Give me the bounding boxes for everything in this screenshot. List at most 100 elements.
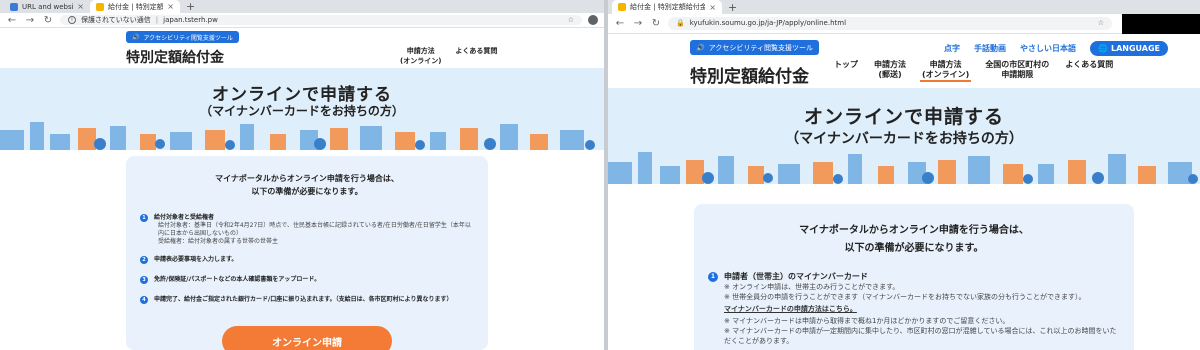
mynumber-card-apply-link[interactable]: マイナンバーカードの申請方法はこちら。 [724, 304, 1122, 314]
step-2: 2 申請表必要事項を入力します。 [140, 256, 474, 264]
step-heading: 申請者（世帯主）のマイナンバーカード [724, 272, 868, 281]
close-tab-icon[interactable]: × [77, 2, 84, 11]
requirements-card: マイナポータルからオンライン申請を行う場合は、 以下の準備が必要になります。 1… [694, 204, 1134, 350]
forward-icon[interactable]: → [632, 18, 644, 29]
site-brand[interactable]: 特別定額給付金 [690, 62, 809, 87]
step-heading: 申請表必要事項を入力します。 [154, 256, 238, 263]
forward-icon[interactable]: → [24, 15, 36, 26]
reload-icon[interactable]: ↻ [42, 15, 54, 26]
step-1: 1 申請者（世帯主）のマイナンバーカード ※ オンライン申請は、世帯主のみ行うこ… [708, 272, 1122, 346]
profile-icon[interactable] [588, 15, 598, 25]
browser-toolbar: ← → ↻ 🔒 kyufukin.soumu.go.jp/ja-JP/apply… [608, 14, 1200, 34]
card-intro: マイナポータルからオンライン申請を行う場合は、 以下の準備が必要になります。 [694, 222, 1134, 258]
new-tab-icon[interactable]: + [722, 1, 743, 14]
step-number: 3 [140, 276, 148, 284]
main-nav: 申請方法 (オンライン) よくある質問 [398, 46, 499, 66]
tab-kyufukin[interactable]: 給付金 | 特別定額給付金 × [90, 0, 180, 13]
hero-title: オンラインで申請する [803, 106, 1004, 128]
tab-title: URL and website scanner [22, 2, 74, 11]
url-text: japan.tsterh.pw [163, 15, 218, 24]
sub-nav: 点字 手話動画 やさしい日本語 🌐 LANGUAGE [944, 41, 1168, 56]
tab-strip: URL and website scanner × 給付金 | 特別定額給付金 … [0, 0, 604, 13]
hero-banner: オンラインで申請する （マイナンバーカードをお持ちの方） [608, 88, 1200, 184]
accessibility-label: アクセシビリティ閲覧支援ツール [708, 43, 813, 52]
address-bar[interactable]: 🔒 kyufukin.soumu.go.jp/ja-JP/apply/onlin… [668, 16, 1112, 31]
lock-icon: 🔒 [676, 19, 685, 28]
step-1: 1 給付対象者と受給権者 給付対象者：基準日（令和2年4月27日）時点で、住民基… [140, 214, 474, 246]
accessibility-label: アクセシビリティ閲覧支援ツール [143, 34, 233, 42]
tab-kyufukin-official[interactable]: 給付金 | 特別定額給付金 | オンライン × [612, 0, 722, 14]
step-number: 1 [708, 272, 718, 282]
step-number: 4 [140, 296, 148, 304]
subnav-sign-language[interactable]: 手話動画 [974, 43, 1006, 54]
subnav-braille[interactable]: 点字 [944, 43, 960, 54]
nav-top[interactable]: トップ [832, 60, 860, 82]
kyufukin-favicon-icon [96, 2, 104, 11]
accessibility-tool-button[interactable]: 🔊 アクセシビリティ閲覧支援ツール [690, 40, 819, 55]
close-tab-icon[interactable]: × [167, 2, 174, 11]
step-note: ※ マイナンバーカードは申請から取得まで概ね1か月ほどかかりますのでご留意くださ… [724, 317, 1010, 325]
tab-title: 給付金 | 特別定額給付金 [108, 2, 164, 11]
security-status: 保護されていない通信 [81, 16, 151, 24]
site-brand[interactable]: 特別定額給付金 [126, 47, 224, 67]
requirements-card: マイナポータルからオンライン申請を行う場合は、 以下の準備が必要になります。 1… [126, 156, 488, 350]
hero-subtitle: （マイナンバーカードをお持ちの方） [785, 131, 1023, 147]
scanner-favicon-icon [10, 2, 18, 11]
intro-line: マイナポータルからオンライン申請を行う場合は、 [799, 225, 1029, 236]
close-tab-icon[interactable]: × [709, 3, 716, 12]
step-note: ※ マイナンバーカードの申請が一定期間内に集中したり、市区町村の窓口が混雑してい… [724, 327, 1117, 345]
step-note: ※ オンライン申請は、世帯主のみ行うことができます。 [724, 283, 900, 291]
right-browser-window: 給付金 | 特別定額給付金 | オンライン × + ← → ↻ 🔒 kyufuk… [608, 0, 1200, 350]
nav-apply-online[interactable]: 申請方法 (オンライン) [920, 60, 972, 82]
bookmark-star-icon[interactable]: ☆ [1098, 19, 1104, 27]
step-heading: 免許/保険証/パスポートなどの本人確認書類をアップロード。 [154, 276, 321, 283]
main-nav: トップ 申請方法 (郵送) 申請方法 (オンライン) 全国の市区町村の 申請期限 よく… [832, 60, 1115, 82]
step-4: 4 申請完了、給付金ご指定された銀行カード/口座に振り込まれます。（支給日は、各… [140, 296, 474, 304]
step-3: 3 免許/保険証/パスポートなどの本人確認書類をアップロード。 [140, 276, 474, 284]
globe-icon: 🌐 [1098, 44, 1108, 53]
step-number: 1 [140, 214, 148, 222]
hero-banner: オンラインで申請する （マイナンバーカードをお持ちの方） [0, 68, 604, 150]
nav-deadlines[interactable]: 全国の市区町村の 申請期限 [983, 60, 1051, 82]
reload-icon[interactable]: ↻ [650, 18, 662, 29]
step-note: 給付対象者：基準日（令和2年4月27日）時点で、住民基本台帳に記録されている者/… [158, 222, 471, 237]
language-button[interactable]: 🌐 LANGUAGE [1090, 41, 1168, 56]
online-apply-button[interactable]: オンライン申請 [222, 326, 392, 350]
tab-url-scanner[interactable]: URL and website scanner × [4, 0, 90, 13]
back-icon[interactable]: ← [614, 18, 626, 29]
step-number: 2 [140, 256, 148, 264]
card-intro: マイナポータルからオンライン申請を行う場合は、 以下の準備が必要になります。 [126, 172, 488, 198]
intro-line: マイナポータルからオンライン申請を行う場合は、 [215, 174, 399, 183]
redacted-area [1122, 14, 1200, 34]
subnav-easy-japanese[interactable]: やさしい日本語 [1020, 43, 1076, 54]
cityscape-illustration [608, 152, 1198, 184]
language-label: LANGUAGE [1110, 44, 1160, 53]
step-note: ※ 世帯全員分の申請を行うことができます（マイナンバーカードをお持ちでない家族の… [724, 293, 1086, 301]
left-browser-window: URL and website scanner × 給付金 | 特別定額給付金 … [0, 0, 604, 350]
url-text: kyufukin.soumu.go.jp/ja-JP/apply/online.… [689, 19, 847, 28]
tab-strip: 給付金 | 特別定額給付金 | オンライン × + [608, 0, 1200, 14]
step-heading: 申請完了、給付金ご指定された銀行カード/口座に振り込まれます。（支給日は、各市区… [154, 296, 453, 303]
accessibility-tool-button[interactable]: 🔊 アクセシビリティ閲覧支援ツール [126, 31, 239, 43]
speaker-icon: 🔊 [132, 33, 140, 41]
bookmark-star-icon[interactable]: ☆ [568, 16, 574, 24]
address-bar[interactable]: i 保護されていない通信 | japan.tsterh.pw ☆ [60, 15, 582, 25]
kyufukin-favicon-icon [618, 3, 626, 11]
speaker-icon: 🔊 [696, 43, 705, 52]
nav-faq[interactable]: よくある質問 [1063, 60, 1115, 82]
nav-apply-online[interactable]: 申請方法 (オンライン) [398, 46, 443, 66]
cityscape-illustration [0, 122, 595, 150]
nav-apply-mail[interactable]: 申請方法 (郵送) [872, 60, 908, 82]
browser-toolbar: ← → ↻ i 保護されていない通信 | japan.tsterh.pw ☆ [0, 13, 604, 28]
phishing-site: 🔊 アクセシビリティ閲覧支援ツール 特別定額給付金 申請方法 (オンライン) よく… [0, 28, 604, 350]
nav-faq[interactable]: よくある質問 [453, 46, 499, 66]
intro-line: 以下の準備が必要になります。 [844, 243, 984, 254]
new-tab-icon[interactable]: + [180, 0, 201, 13]
back-icon[interactable]: ← [6, 15, 18, 26]
separator: | [155, 15, 159, 24]
step-heading: 給付対象者と受給権者 [154, 214, 215, 221]
step-note: 受給権者：給付対象者の属する世帯の世帯主 [158, 238, 279, 245]
official-site: 🔊 アクセシビリティ閲覧支援ツール 点字 手話動画 やさしい日本語 🌐 LANG… [608, 34, 1200, 350]
tab-title: 給付金 | 特別定額給付金 | オンライン [630, 3, 706, 11]
info-icon[interactable]: i [68, 15, 76, 24]
